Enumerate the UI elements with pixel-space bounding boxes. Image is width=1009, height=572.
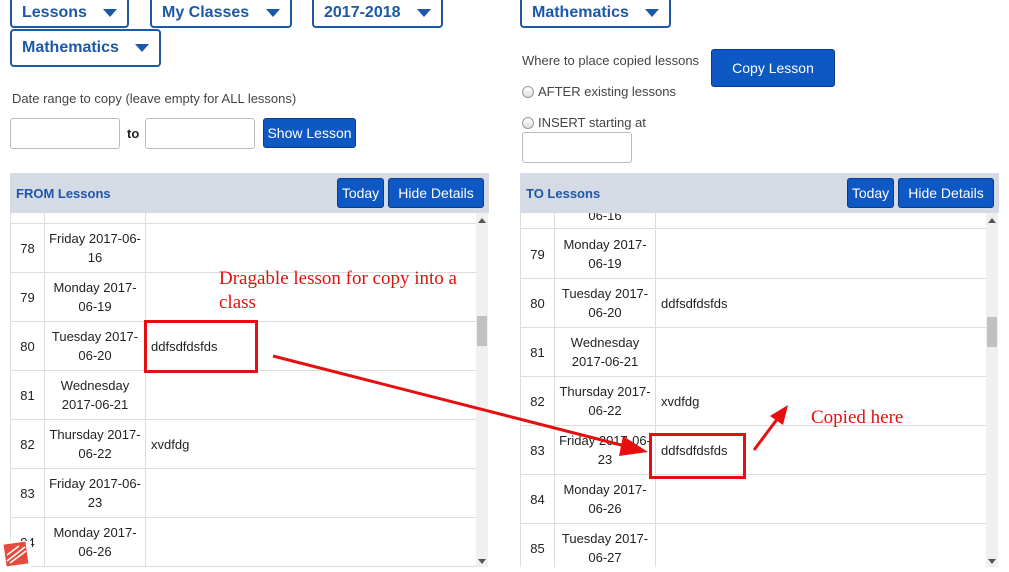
table-row[interactable]: 06-16 xyxy=(521,213,986,229)
table-row[interactable]: 83 Friday 2017-06-23 xyxy=(11,469,477,518)
drag-annotation: Dragable lesson for copy into a class xyxy=(219,268,457,313)
table-row[interactable]: 78 Friday 2017-06-16 xyxy=(11,224,477,273)
row-number: 78 xyxy=(11,224,45,272)
radio-after[interactable] xyxy=(522,86,534,98)
row-number: 80 xyxy=(521,279,555,327)
copy-lesson-button[interactable]: Copy Lesson xyxy=(711,49,835,87)
row-number: 84 xyxy=(521,475,555,523)
classes-dropdown-label: My Classes xyxy=(162,4,250,21)
scroll-up-icon[interactable] xyxy=(478,218,486,223)
hide-details-button[interactable]: Hide Details xyxy=(898,178,994,208)
row-number xyxy=(521,213,555,228)
table-row[interactable]: 84 Monday 2017-06-26 xyxy=(521,475,986,524)
chevron-down-icon xyxy=(266,9,280,17)
chevron-down-icon xyxy=(103,9,117,17)
insert-date-input[interactable] xyxy=(522,132,632,163)
table-row[interactable]: 81 Wednesday 2017-06-21 xyxy=(521,328,986,377)
date-range-label: Date range to copy (leave empty for ALL … xyxy=(12,91,297,106)
row-date: Thursday 2017-06-22 xyxy=(555,377,656,425)
hide-details-button[interactable]: Hide Details xyxy=(388,178,484,208)
target-subject-dropdown[interactable]: Mathematics xyxy=(520,0,671,28)
scroll-thumb[interactable] xyxy=(987,317,997,347)
drag-source-highlight xyxy=(144,320,258,373)
to-lessons-scrollbar[interactable] xyxy=(986,213,998,567)
row-date: Thursday 2017-06-22 xyxy=(45,420,146,468)
subject-dropdown-label: Mathematics xyxy=(22,39,119,56)
copy-target-highlight xyxy=(649,433,746,479)
scroll-up-icon[interactable] xyxy=(988,218,996,223)
copied-annotation: Copied here xyxy=(811,407,904,428)
row-number: 85 xyxy=(521,524,555,567)
row-date: Tuesday 2017-06-27 xyxy=(555,524,656,567)
chevron-down-icon xyxy=(645,9,659,17)
row-date: Monday 2017-06-26 xyxy=(45,518,146,566)
row-date: 06-16 xyxy=(555,213,656,228)
from-lessons-header: FROM Lessons Today Hide Details xyxy=(10,173,489,213)
scroll-down-icon[interactable] xyxy=(478,559,486,564)
row-number: 82 xyxy=(11,420,45,468)
table-row[interactable]: 80 Tuesday 2017-06-20 ddfsdfdsfds xyxy=(521,279,986,328)
to-lessons-table: 06-16 79 Monday 2017-06-19 80 Tuesday 20… xyxy=(520,213,986,567)
to-lessons-title: TO Lessons xyxy=(526,186,601,201)
to-label: to xyxy=(127,126,140,141)
row-number: 79 xyxy=(521,230,555,278)
table-row[interactable]: 84 Monday 2017-06-26 xyxy=(11,518,477,567)
table-row[interactable]: 82 Thursday 2017-06-22 xvdfdg xyxy=(11,420,477,469)
row-date: Tuesday 2017-06-20 xyxy=(555,279,656,327)
date-from-input[interactable] xyxy=(10,118,120,149)
row-number: 81 xyxy=(11,371,45,419)
table-row[interactable]: 83 Friday 2017-06-23 ddfsdfdsfds xyxy=(521,426,986,475)
row-date: Monday 2017-06-26 xyxy=(555,475,656,523)
row-number: 81 xyxy=(521,328,555,376)
show-lesson-button[interactable]: Show Lesson xyxy=(263,118,356,148)
from-lessons-title: FROM Lessons xyxy=(16,186,111,201)
row-date: Wednesday 2017-06-21 xyxy=(555,328,656,376)
table-row[interactable]: 81 Wednesday 2017-06-21 xyxy=(11,371,477,420)
row-number: 83 xyxy=(521,426,555,474)
lessons-dropdown-label: Lessons xyxy=(22,4,87,21)
row-number: 80 xyxy=(11,322,45,370)
chevron-down-icon xyxy=(417,9,431,17)
from-lessons-scrollbar[interactable] xyxy=(476,213,488,567)
lessons-dropdown[interactable]: Lessons xyxy=(10,0,129,28)
to-lessons-header: TO Lessons Today Hide Details xyxy=(520,173,999,213)
row-date: Friday 2017-06-16 xyxy=(45,224,146,272)
row-number: 83 xyxy=(11,469,45,517)
app-logo-icon xyxy=(1,541,31,567)
row-number: 79 xyxy=(11,273,45,321)
subject-dropdown[interactable]: Mathematics xyxy=(10,29,161,67)
row-number: 82 xyxy=(521,377,555,425)
chevron-down-icon xyxy=(135,44,149,52)
row-date: Friday 2017-06-23 xyxy=(555,426,656,474)
classes-dropdown[interactable]: My Classes xyxy=(150,0,292,28)
row-lesson[interactable]: ddfsdfdsfds xyxy=(661,279,728,327)
date-to-input[interactable] xyxy=(145,118,255,149)
today-button[interactable]: Today xyxy=(847,178,894,208)
row-date: Monday 2017-06-19 xyxy=(555,230,656,278)
table-row[interactable] xyxy=(11,213,477,224)
table-row[interactable]: 85 Tuesday 2017-06-27 xyxy=(521,524,986,567)
row-date: Friday 2017-06-23 xyxy=(45,469,146,517)
row-date: Wednesday 2017-06-21 xyxy=(45,371,146,419)
row-date: Monday 2017-06-19 xyxy=(45,273,146,321)
row-lesson[interactable]: xvdfdg xyxy=(151,420,189,468)
today-button[interactable]: Today xyxy=(337,178,384,208)
scroll-down-icon[interactable] xyxy=(988,559,996,564)
radio-after-label: AFTER existing lessons xyxy=(538,84,676,99)
target-subject-dropdown-label: Mathematics xyxy=(532,4,629,21)
radio-insert[interactable] xyxy=(522,117,534,129)
table-row[interactable]: 79 Monday 2017-06-19 xyxy=(521,230,986,279)
place-label: Where to place copied lessons xyxy=(522,53,700,68)
year-dropdown[interactable]: 2017-2018 xyxy=(312,0,443,28)
table-row[interactable]: 82 Thursday 2017-06-22 xvdfdg xyxy=(521,377,986,426)
radio-insert-label: INSERT starting at xyxy=(538,115,646,130)
scroll-thumb[interactable] xyxy=(477,316,487,346)
row-lesson[interactable]: xvdfdg xyxy=(661,377,699,425)
row-number xyxy=(11,213,45,223)
row-date: Tuesday 2017-06-20 xyxy=(45,322,146,370)
year-dropdown-label: 2017-2018 xyxy=(324,4,401,21)
row-date xyxy=(45,213,146,223)
